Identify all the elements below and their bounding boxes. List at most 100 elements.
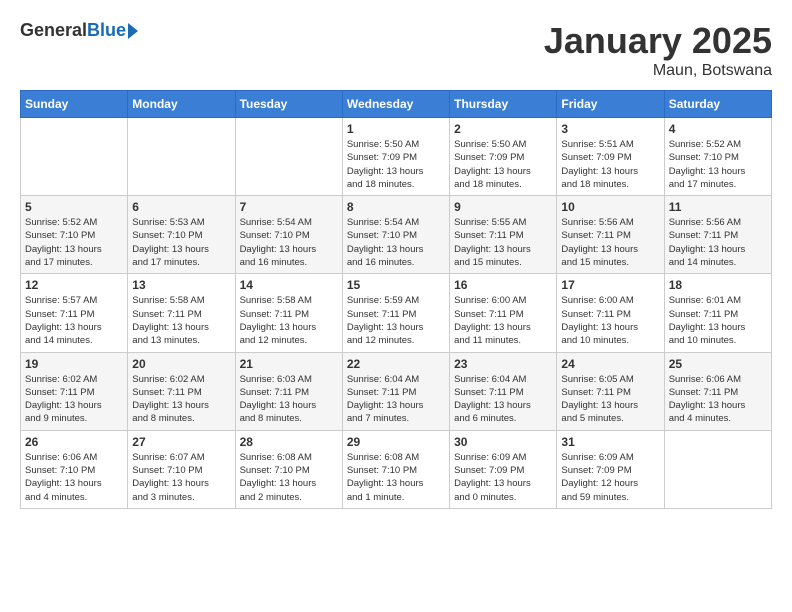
location-text: Maun, Botswana [544, 62, 772, 80]
day-number: 3 [561, 122, 659, 136]
calendar-row-2: 5 Sunrise: 5:52 AM Sunset: 7:10 PM Daylig… [21, 196, 772, 274]
calendar-cell: 18 Sunrise: 6:01 AM Sunset: 7:11 PM Dayli… [664, 274, 771, 352]
day-info: Sunrise: 6:08 AM Sunset: 7:10 PM Dayligh… [347, 451, 445, 504]
day-number: 26 [25, 435, 123, 449]
calendar-cell: 22 Sunrise: 6:04 AM Sunset: 7:11 PM Dayli… [342, 352, 449, 430]
day-number: 18 [669, 278, 767, 292]
calendar-cell: 6Sunrise: 5:53 AM Sunset: 7:10 PM Daylig… [128, 196, 235, 274]
day-number: 23 [454, 357, 552, 371]
calendar-cell: 4 Sunrise: 5:52 AM Sunset: 7:10 PM Daylig… [664, 118, 771, 196]
calendar-cell: 24 Sunrise: 6:05 AM Sunset: 7:11 PM Dayli… [557, 352, 664, 430]
day-info: Sunrise: 6:03 AM Sunset: 7:11 PM Dayligh… [240, 373, 338, 426]
day-info: Sunrise: 5:52 AM Sunset: 7:10 PM Dayligh… [25, 216, 123, 269]
calendar-cell: 29 Sunrise: 6:08 AM Sunset: 7:10 PM Dayli… [342, 430, 449, 508]
day-info: Sunrise: 5:57 AM Sunset: 7:11 PM Dayligh… [25, 294, 123, 347]
day-info: Sunrise: 5:51 AM Sunset: 7:09 PM Dayligh… [561, 138, 659, 191]
day-number: 30 [454, 435, 552, 449]
page-header: General Blue January 2025 Maun, Botswana [20, 20, 772, 80]
day-number: 20 [132, 357, 230, 371]
calendar-table: SundayMondayTuesdayWednesdayThursdayFrid… [20, 90, 772, 509]
day-info: Sunrise: 6:08 AM Sunset: 7:10 PM Dayligh… [240, 451, 338, 504]
day-number: 5 [25, 200, 123, 214]
day-info: Sunrise: 5:56 AM Sunset: 7:11 PM Dayligh… [561, 216, 659, 269]
day-number: 24 [561, 357, 659, 371]
calendar-cell [21, 118, 128, 196]
weekday-header-friday: Friday [557, 91, 664, 118]
day-number: 14 [240, 278, 338, 292]
day-info: Sunrise: 5:55 AM Sunset: 7:11 PM Dayligh… [454, 216, 552, 269]
calendar-cell: 14 Sunrise: 5:58 AM Sunset: 7:11 PM Dayli… [235, 274, 342, 352]
day-number: 7 [240, 200, 338, 214]
day-info: Sunrise: 5:50 AM Sunset: 7:09 PM Dayligh… [347, 138, 445, 191]
calendar-cell: 9Sunrise: 5:55 AM Sunset: 7:11 PM Daylig… [450, 196, 557, 274]
day-number: 19 [25, 357, 123, 371]
weekday-header-saturday: Saturday [664, 91, 771, 118]
weekday-header-sunday: Sunday [21, 91, 128, 118]
calendar-cell [235, 118, 342, 196]
day-number: 21 [240, 357, 338, 371]
calendar-cell: 10 Sunrise: 5:56 AM Sunset: 7:11 PM Dayli… [557, 196, 664, 274]
day-number: 8 [347, 200, 445, 214]
calendar-row-4: 19 Sunrise: 6:02 AM Sunset: 7:11 PM Dayli… [21, 352, 772, 430]
day-number: 25 [669, 357, 767, 371]
calendar-cell [664, 430, 771, 508]
weekday-header-monday: Monday [128, 91, 235, 118]
day-info: Sunrise: 6:01 AM Sunset: 7:11 PM Dayligh… [669, 294, 767, 347]
calendar-cell: 25 Sunrise: 6:06 AM Sunset: 7:11 PM Dayli… [664, 352, 771, 430]
weekday-header-row: SundayMondayTuesdayWednesdayThursdayFrid… [21, 91, 772, 118]
day-info: Sunrise: 6:04 AM Sunset: 7:11 PM Dayligh… [454, 373, 552, 426]
calendar-cell: 30 Sunrise: 6:09 AM Sunset: 7:09 PM Dayli… [450, 430, 557, 508]
calendar-cell: 31Sunrise: 6:09 AM Sunset: 7:09 PM Dayli… [557, 430, 664, 508]
calendar-cell: 13Sunrise: 5:58 AM Sunset: 7:11 PM Dayli… [128, 274, 235, 352]
day-info: Sunrise: 6:02 AM Sunset: 7:11 PM Dayligh… [25, 373, 123, 426]
calendar-row-5: 26 Sunrise: 6:06 AM Sunset: 7:10 PM Dayli… [21, 430, 772, 508]
day-number: 17 [561, 278, 659, 292]
logo: General Blue [20, 20, 138, 41]
weekday-header-wednesday: Wednesday [342, 91, 449, 118]
day-number: 28 [240, 435, 338, 449]
day-number: 12 [25, 278, 123, 292]
day-info: Sunrise: 6:05 AM Sunset: 7:11 PM Dayligh… [561, 373, 659, 426]
day-number: 16 [454, 278, 552, 292]
day-info: Sunrise: 6:02 AM Sunset: 7:11 PM Dayligh… [132, 373, 230, 426]
day-number: 4 [669, 122, 767, 136]
calendar-cell: 2Sunrise: 5:50 AM Sunset: 7:09 PM Daylig… [450, 118, 557, 196]
logo-general-text: General [20, 20, 87, 41]
month-title: January 2025 [544, 20, 772, 62]
calendar-cell: 8 Sunrise: 5:54 AM Sunset: 7:10 PM Daylig… [342, 196, 449, 274]
day-info: Sunrise: 6:06 AM Sunset: 7:11 PM Dayligh… [669, 373, 767, 426]
day-info: Sunrise: 6:09 AM Sunset: 7:09 PM Dayligh… [454, 451, 552, 504]
calendar-row-1: 1 Sunrise: 5:50 AM Sunset: 7:09 PM Daylig… [21, 118, 772, 196]
calendar-cell: 15Sunrise: 5:59 AM Sunset: 7:11 PM Dayli… [342, 274, 449, 352]
day-number: 1 [347, 122, 445, 136]
day-info: Sunrise: 5:58 AM Sunset: 7:11 PM Dayligh… [240, 294, 338, 347]
title-block: January 2025 Maun, Botswana [544, 20, 772, 80]
calendar-cell: 3 Sunrise: 5:51 AM Sunset: 7:09 PM Daylig… [557, 118, 664, 196]
calendar-cell: 17 Sunrise: 6:00 AM Sunset: 7:11 PM Dayli… [557, 274, 664, 352]
day-info: Sunrise: 6:07 AM Sunset: 7:10 PM Dayligh… [132, 451, 230, 504]
calendar-cell: 7Sunrise: 5:54 AM Sunset: 7:10 PM Daylig… [235, 196, 342, 274]
day-info: Sunrise: 6:00 AM Sunset: 7:11 PM Dayligh… [454, 294, 552, 347]
day-number: 29 [347, 435, 445, 449]
day-number: 22 [347, 357, 445, 371]
calendar-cell [128, 118, 235, 196]
calendar-cell: 16 Sunrise: 6:00 AM Sunset: 7:11 PM Dayli… [450, 274, 557, 352]
day-info: Sunrise: 5:56 AM Sunset: 7:11 PM Dayligh… [669, 216, 767, 269]
day-info: Sunrise: 6:06 AM Sunset: 7:10 PM Dayligh… [25, 451, 123, 504]
day-info: Sunrise: 5:59 AM Sunset: 7:11 PM Dayligh… [347, 294, 445, 347]
day-number: 27 [132, 435, 230, 449]
weekday-header-tuesday: Tuesday [235, 91, 342, 118]
calendar-cell: 12 Sunrise: 5:57 AM Sunset: 7:11 PM Dayli… [21, 274, 128, 352]
day-info: Sunrise: 6:04 AM Sunset: 7:11 PM Dayligh… [347, 373, 445, 426]
calendar-cell: 26 Sunrise: 6:06 AM Sunset: 7:10 PM Dayli… [21, 430, 128, 508]
day-info: Sunrise: 5:52 AM Sunset: 7:10 PM Dayligh… [669, 138, 767, 191]
weekday-header-thursday: Thursday [450, 91, 557, 118]
calendar-cell: 23 Sunrise: 6:04 AM Sunset: 7:11 PM Dayli… [450, 352, 557, 430]
day-number: 31 [561, 435, 659, 449]
day-info: Sunrise: 6:00 AM Sunset: 7:11 PM Dayligh… [561, 294, 659, 347]
logo-triangle-icon [128, 23, 138, 39]
calendar-row-3: 12 Sunrise: 5:57 AM Sunset: 7:11 PM Dayli… [21, 274, 772, 352]
day-info: Sunrise: 5:54 AM Sunset: 7:10 PM Dayligh… [347, 216, 445, 269]
day-number: 11 [669, 200, 767, 214]
day-number: 10 [561, 200, 659, 214]
